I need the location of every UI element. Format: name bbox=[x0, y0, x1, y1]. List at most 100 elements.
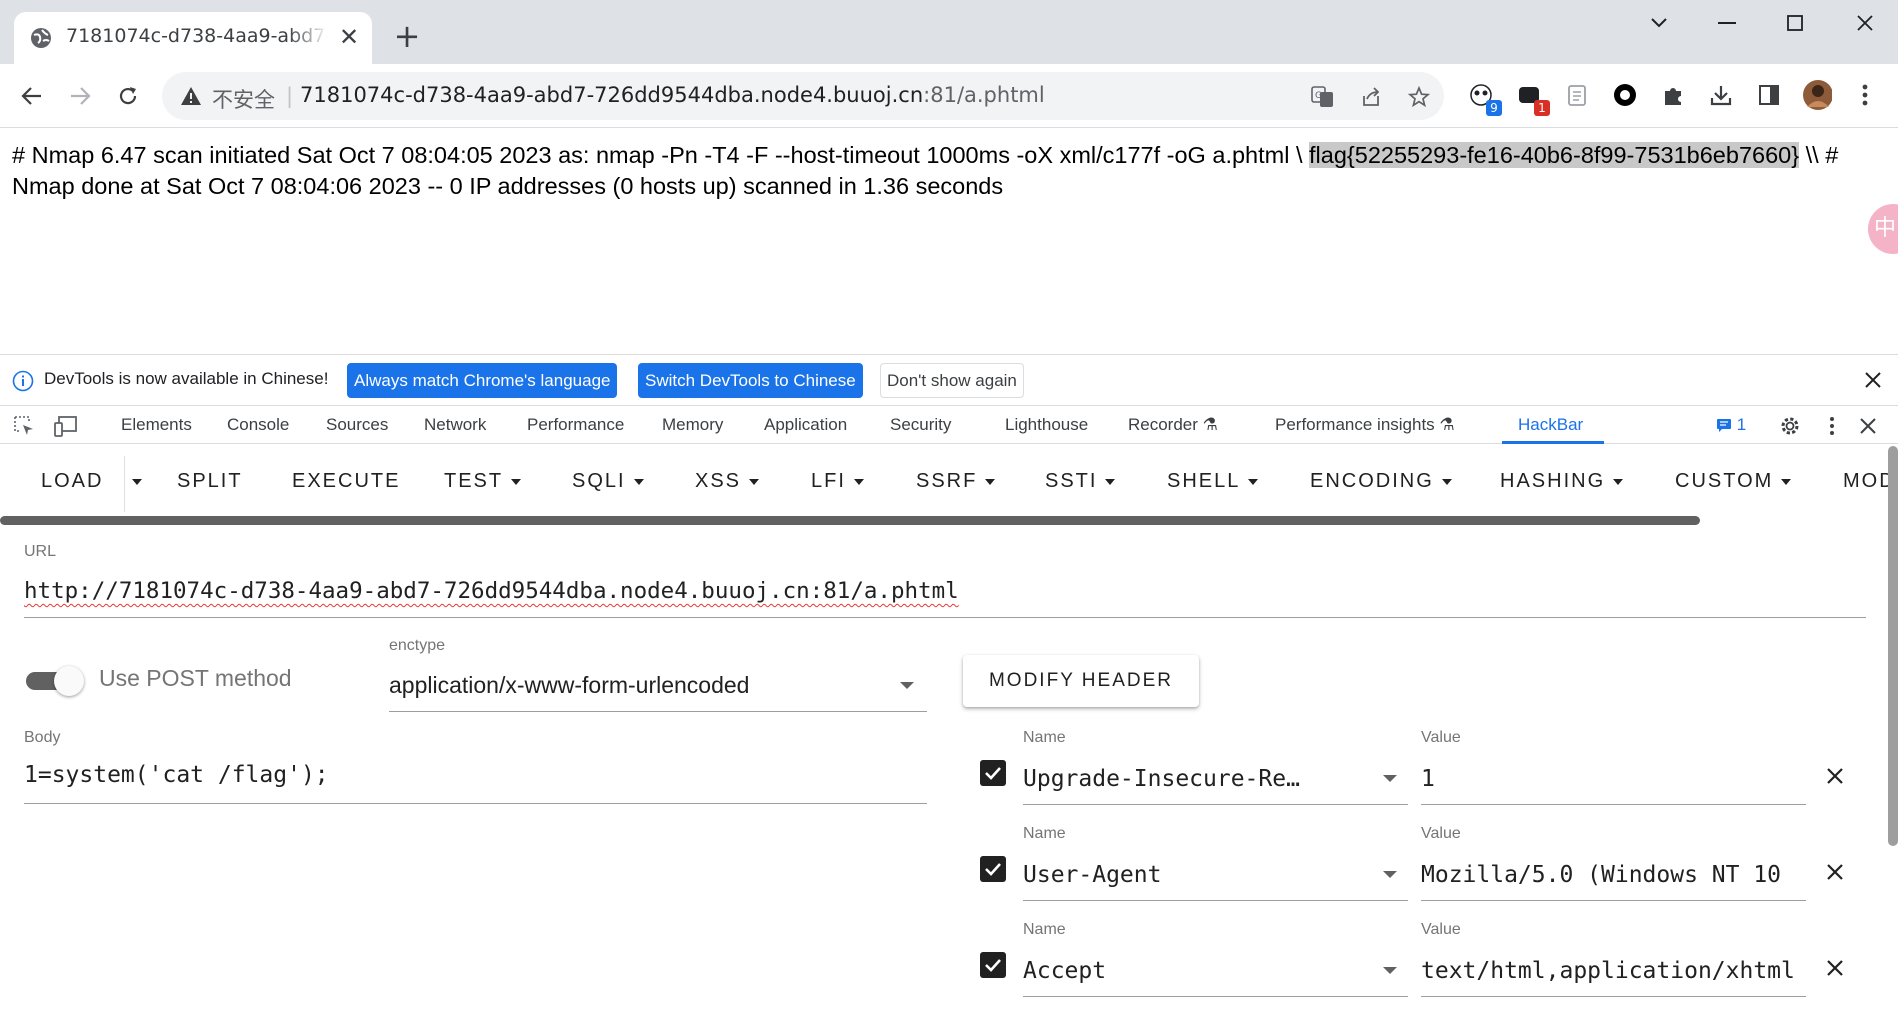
minimize-icon[interactable] bbox=[1702, 8, 1752, 38]
issues-counter[interactable]: 1 bbox=[1716, 415, 1746, 435]
header-name-dropdown-icon[interactable] bbox=[1383, 775, 1397, 782]
header-enabled-checkbox[interactable] bbox=[980, 856, 1006, 882]
hackbar-split-button[interactable]: SPLIT bbox=[177, 470, 243, 493]
tab-close-icon[interactable]: ✕ bbox=[336, 24, 362, 50]
separator: | bbox=[286, 84, 294, 108]
header-value-input[interactable]: Mozilla/5.0 (Windows NT 10 bbox=[1421, 862, 1803, 888]
modify-header-button[interactable]: MODIFY HEADER bbox=[963, 655, 1199, 707]
hackbar-execute-button[interactable]: EXECUTE bbox=[292, 470, 400, 493]
back-arrow-icon[interactable] bbox=[14, 78, 50, 114]
window-close-icon[interactable] bbox=[1840, 8, 1890, 38]
maximize-icon[interactable] bbox=[1770, 8, 1820, 38]
menu-label: HASHING bbox=[1500, 470, 1606, 492]
hackbar-ssti-menu[interactable]: SSTI bbox=[1045, 470, 1116, 493]
tab-network[interactable]: Network bbox=[424, 415, 486, 435]
extension-clipboard-icon[interactable] bbox=[1562, 80, 1592, 110]
browser-tab[interactable]: 7181074c-d738-4aa9-abd7-7181074c ✕ bbox=[14, 12, 372, 64]
dont-show-again-button[interactable]: Don't show again bbox=[880, 363, 1024, 398]
menu-label: XSS bbox=[695, 470, 742, 492]
delete-header-icon[interactable] bbox=[1822, 859, 1848, 885]
tab-memory[interactable]: Memory bbox=[662, 415, 723, 435]
body-input[interactable]: 1=system('cat /flag'); bbox=[24, 762, 329, 788]
translate-float-badge[interactable]: 中 bbox=[1868, 204, 1898, 254]
download-icon[interactable] bbox=[1706, 80, 1736, 110]
use-post-toggle[interactable] bbox=[26, 664, 86, 696]
delete-header-icon[interactable] bbox=[1822, 955, 1848, 981]
hackbar-url-input[interactable]: http://7181074c-d738-4aa9-abd7-726dd9544… bbox=[24, 578, 959, 604]
tab-console[interactable]: Console bbox=[227, 415, 289, 435]
hackbar-custom-menu[interactable]: CUSTOM bbox=[1675, 470, 1792, 493]
extension-badge: 1 bbox=[1534, 100, 1550, 116]
kebab-menu-icon[interactable] bbox=[1850, 80, 1880, 110]
caret-down-icon bbox=[1248, 478, 1259, 485]
header-value-label: Value bbox=[1421, 921, 1461, 938]
hackbar-lfi-menu[interactable]: LFI bbox=[811, 470, 864, 493]
hackbar-encoding-menu[interactable]: ENCODING bbox=[1310, 470, 1452, 493]
tab-elements[interactable]: Elements bbox=[121, 415, 192, 435]
hackbar-test-menu[interactable]: TEST bbox=[444, 470, 522, 493]
tab-sources[interactable]: Sources bbox=[326, 415, 388, 435]
address-bar[interactable]: 不安全 | 7181074c-d738-4aa9-abd7-726dd9544d… bbox=[162, 72, 1444, 120]
header-enabled-checkbox[interactable] bbox=[980, 760, 1006, 786]
device-toolbar-icon[interactable] bbox=[54, 414, 78, 438]
settings-gear-icon[interactable] bbox=[1778, 414, 1802, 438]
vertical-scrollbar[interactable] bbox=[1888, 446, 1898, 846]
switch-to-chinese-button[interactable]: Switch DevTools to Chinese bbox=[638, 363, 863, 398]
header-name-dropdown-icon[interactable] bbox=[1383, 871, 1397, 878]
header-value-input[interactable]: text/html,application/xhtml bbox=[1421, 958, 1803, 984]
devtools-close-icon[interactable] bbox=[1856, 414, 1880, 438]
extensions-puzzle-icon[interactable] bbox=[1658, 80, 1688, 110]
infobar-close-icon[interactable] bbox=[1860, 367, 1886, 393]
load-dropdown-caret[interactable] bbox=[132, 470, 142, 493]
flag-selection: flag{52255293-fe16-40b6-8f99-7531b6eb766… bbox=[1309, 142, 1800, 168]
extension-panda-icon[interactable]: 9 bbox=[1466, 80, 1502, 116]
always-match-language-button[interactable]: Always match Chrome's language bbox=[347, 363, 618, 398]
tab-recorder[interactable]: Recorder ⚗ bbox=[1128, 415, 1218, 435]
header-name-input[interactable]: Upgrade-Insecure-Re… bbox=[1023, 766, 1323, 792]
warning-triangle-icon[interactable] bbox=[180, 85, 202, 111]
side-panel-icon[interactable] bbox=[1754, 80, 1784, 110]
header-enabled-checkbox[interactable] bbox=[980, 952, 1006, 978]
delete-header-icon[interactable] bbox=[1822, 763, 1848, 789]
caret-down-icon bbox=[511, 478, 522, 485]
header-name-dropdown-icon[interactable] bbox=[1383, 967, 1397, 974]
extension-ring-icon[interactable] bbox=[1610, 80, 1640, 110]
header-value-input[interactable]: 1 bbox=[1421, 766, 1803, 792]
tab-performance-insights[interactable]: Performance insights ⚗ bbox=[1275, 415, 1455, 435]
header-name-input[interactable]: Accept bbox=[1023, 958, 1323, 984]
profile-avatar[interactable] bbox=[1802, 80, 1832, 110]
tab-security[interactable]: Security bbox=[890, 415, 951, 435]
hackbar-sqli-menu[interactable]: SQLI bbox=[572, 470, 644, 493]
tab-search-chevron-icon[interactable] bbox=[1634, 8, 1684, 38]
translate-icon[interactable]: G bbox=[1310, 84, 1336, 110]
enctype-dropdown-icon[interactable] bbox=[900, 682, 914, 689]
flask-icon: ⚗ bbox=[1439, 415, 1455, 434]
tab-performance[interactable]: Performance bbox=[527, 415, 624, 435]
hackbar-load-button[interactable]: LOAD bbox=[41, 470, 103, 493]
active-tab-indicator bbox=[1502, 441, 1604, 444]
tab-application[interactable]: Application bbox=[764, 415, 847, 435]
hackbar-hashing-menu[interactable]: HASHING bbox=[1500, 470, 1624, 493]
share-icon[interactable] bbox=[1358, 84, 1384, 110]
reload-icon[interactable] bbox=[110, 78, 146, 114]
header-value-underline bbox=[1421, 996, 1806, 997]
hackbar-ssrf-menu[interactable]: SSRF bbox=[916, 470, 996, 493]
hackbar-xss-menu[interactable]: XSS bbox=[695, 470, 760, 493]
horizontal-scrollbar[interactable] bbox=[0, 516, 1700, 525]
devtools-more-icon[interactable] bbox=[1820, 414, 1844, 438]
url-text[interactable]: 7181074c-d738-4aa9-abd7-726dd9544dba.nod… bbox=[300, 83, 1045, 107]
extension-black-icon[interactable]: 1 bbox=[1514, 80, 1550, 116]
url-label: URL bbox=[24, 543, 57, 560]
enctype-select[interactable]: application/x-www-form-urlencoded bbox=[389, 672, 749, 699]
new-tab-plus-icon[interactable]: + bbox=[390, 20, 424, 54]
bookmark-star-icon[interactable] bbox=[1406, 84, 1432, 110]
inspect-element-icon[interactable] bbox=[12, 414, 36, 438]
tab-lighthouse[interactable]: Lighthouse bbox=[1005, 415, 1088, 435]
hackbar-shell-menu[interactable]: SHELL bbox=[1167, 470, 1259, 493]
flask-icon: ⚗ bbox=[1202, 415, 1218, 434]
forward-arrow-icon[interactable] bbox=[62, 78, 98, 114]
tab-hackbar[interactable]: HackBar bbox=[1518, 415, 1583, 435]
menu-label: LFI bbox=[811, 470, 846, 492]
header-name-input[interactable]: User-Agent bbox=[1023, 862, 1323, 888]
security-label[interactable]: 不安全 bbox=[212, 84, 275, 114]
